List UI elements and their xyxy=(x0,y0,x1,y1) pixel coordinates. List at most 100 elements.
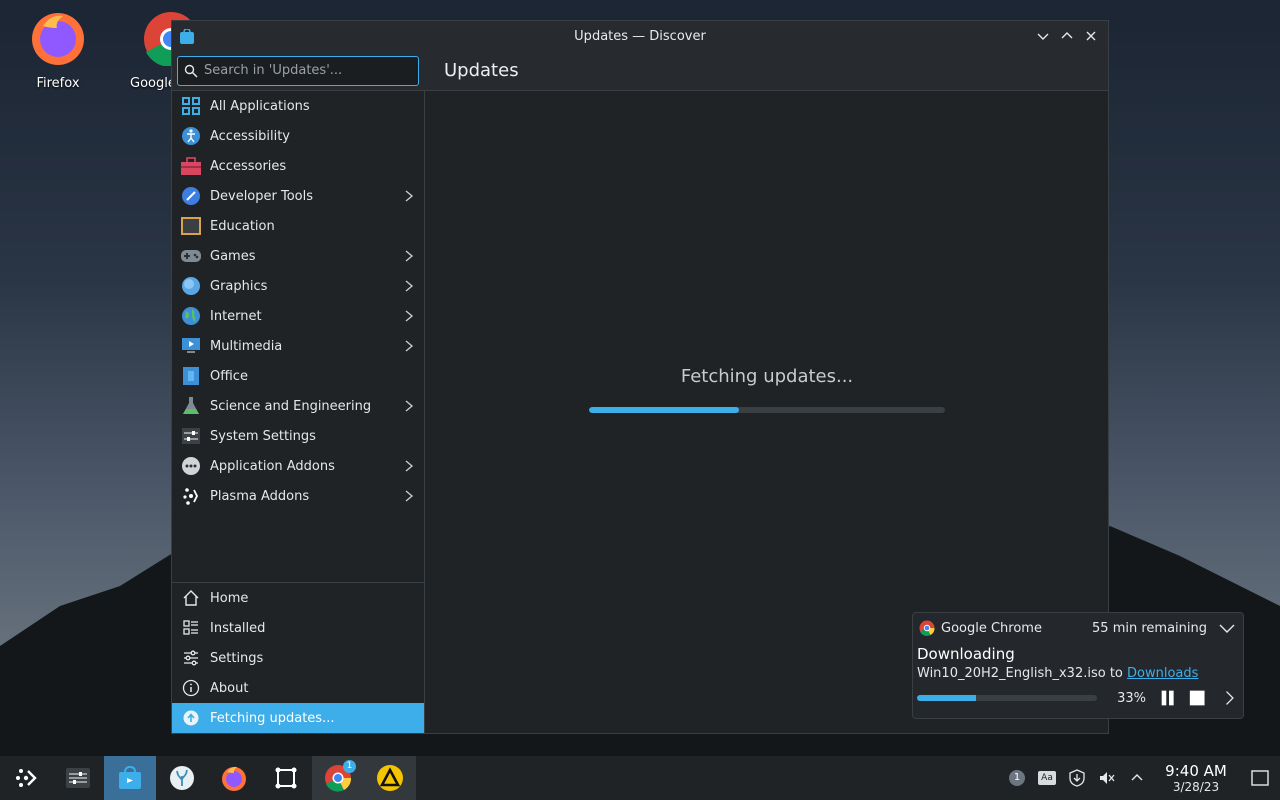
category-label: Plasma Addons xyxy=(210,488,310,504)
lutris-taskbar-button[interactable] xyxy=(364,756,416,800)
font-icon: Aa xyxy=(1038,771,1056,785)
nav-label: Fetching updates... xyxy=(210,710,335,726)
chevron-right-icon xyxy=(404,399,414,417)
notification-app-name: Google Chrome xyxy=(941,620,1042,636)
chevron-up-icon xyxy=(1061,32,1073,39)
firefox-taskbar-button[interactable] xyxy=(208,756,260,800)
chrome-icon xyxy=(919,620,935,636)
chrome-taskbar-button[interactable]: 1 xyxy=(312,756,364,800)
chevron-right-icon xyxy=(404,309,414,327)
category-label: Games xyxy=(210,248,256,264)
settings-icon xyxy=(180,647,202,669)
font-tray[interactable]: Aa xyxy=(1032,756,1062,800)
category-item[interactable]: Graphics xyxy=(172,271,424,301)
volume-tray[interactable] xyxy=(1092,756,1122,800)
category-label: Accessories xyxy=(210,158,287,174)
chevron-up-icon xyxy=(1131,774,1143,781)
category-item[interactable]: Games xyxy=(172,241,424,271)
pause-icon[interactable] xyxy=(1158,689,1178,707)
chevron-right-icon xyxy=(404,249,414,267)
notifications-tray[interactable]: 1 xyxy=(1002,756,1032,800)
volume-muted-icon xyxy=(1100,772,1115,784)
accessibility-icon xyxy=(180,125,202,147)
category-label: System Settings xyxy=(210,428,316,444)
category-item[interactable]: Accessibility xyxy=(172,121,424,151)
desktop-firefox[interactable]: Firefox xyxy=(18,8,98,91)
triangle-app-icon xyxy=(377,765,403,791)
notification-title: Downloading xyxy=(917,645,1015,663)
download-notification[interactable]: Google Chrome 55 min remaining Downloadi… xyxy=(912,612,1244,719)
chevron-down-icon[interactable] xyxy=(1219,620,1235,636)
discover-icon xyxy=(119,765,141,789)
nav-item[interactable]: Home xyxy=(172,583,424,613)
chrome-notification-badge: 1 xyxy=(343,760,356,773)
chevron-right-icon xyxy=(404,459,414,477)
update-icon xyxy=(180,707,202,729)
title-bar[interactable]: Updates — Discover xyxy=(172,21,1108,51)
search-box[interactable] xyxy=(177,55,419,86)
selection-frame-icon xyxy=(275,767,297,789)
chevron-right-icon xyxy=(404,279,414,297)
kde-connect-taskbar-button[interactable] xyxy=(156,756,208,800)
plasma-icon xyxy=(180,485,202,507)
downloads-link[interactable]: Downloads xyxy=(1127,666,1198,681)
category-item[interactable]: Office xyxy=(172,361,424,391)
show-desktop-icon xyxy=(1251,770,1269,786)
show-desktop-button[interactable] xyxy=(1240,756,1280,800)
category-label: Developer Tools xyxy=(210,188,314,204)
page-title: Updates xyxy=(444,60,519,81)
category-item[interactable]: Application Addons xyxy=(172,451,424,481)
addons-icon xyxy=(180,455,202,477)
category-item[interactable]: System Settings xyxy=(172,421,424,451)
app-launcher-button[interactable] xyxy=(0,756,52,800)
updates-tray[interactable] xyxy=(1062,756,1092,800)
nav-item[interactable]: Settings xyxy=(172,643,424,673)
firefox-icon xyxy=(32,13,84,65)
category-label: Internet xyxy=(210,308,262,324)
category-label: All Applications xyxy=(210,98,310,114)
category-item[interactable]: Multimedia xyxy=(172,331,424,361)
clock[interactable]: 9:40 AM 3/28/23 xyxy=(1158,762,1234,794)
discover-taskbar-button[interactable] xyxy=(104,756,156,800)
fetching-status-text: Fetching updates... xyxy=(680,366,854,387)
category-item[interactable]: Science and Engineering xyxy=(172,391,424,421)
flask-icon xyxy=(180,395,202,417)
chevron-down-icon xyxy=(1037,33,1049,40)
nav-label: Installed xyxy=(210,620,266,636)
close-button[interactable] xyxy=(1080,25,1102,47)
globe-icon xyxy=(180,305,202,327)
category-label: Science and Engineering xyxy=(210,398,372,414)
chevron-right-icon xyxy=(404,189,414,207)
category-item[interactable]: Internet xyxy=(172,301,424,331)
toolbox-icon xyxy=(180,155,202,177)
category-item[interactable]: All Applications xyxy=(172,91,424,121)
minimize-button[interactable] xyxy=(1032,25,1054,47)
category-item[interactable]: Accessories xyxy=(172,151,424,181)
tray-expand[interactable] xyxy=(1122,756,1152,800)
system-settings-taskbar-button[interactable] xyxy=(52,756,104,800)
discover-app-icon xyxy=(180,29,194,44)
search-icon xyxy=(184,64,198,78)
system-settings-icon xyxy=(180,425,202,447)
chevron-right-icon xyxy=(404,339,414,357)
nav-item[interactable]: Installed xyxy=(172,613,424,643)
chevron-right-icon[interactable] xyxy=(1221,689,1239,707)
category-item[interactable]: Education xyxy=(172,211,424,241)
stop-icon[interactable] xyxy=(1188,689,1206,707)
notification-body: Win10_20H2_English_x32.iso to Downloads xyxy=(917,666,1239,681)
nav-item[interactable]: Fetching updates... xyxy=(172,703,424,733)
installed-icon xyxy=(180,617,202,639)
category-item[interactable]: Developer Tools xyxy=(172,181,424,211)
clock-time: 9:40 AM xyxy=(1165,762,1227,780)
nav-label: Home xyxy=(210,590,249,606)
category-label: Office xyxy=(210,368,248,384)
search-input[interactable] xyxy=(204,63,404,78)
category-item[interactable]: Plasma Addons xyxy=(172,481,424,511)
nav-item[interactable]: About xyxy=(172,673,424,703)
notification-remaining: 55 min remaining xyxy=(1092,620,1207,636)
info-icon xyxy=(180,677,202,699)
screenshot-taskbar-button[interactable] xyxy=(260,756,312,800)
maximize-button[interactable] xyxy=(1056,25,1078,47)
category-list: All Applications Accessibility Accessories… xyxy=(172,91,424,511)
grid-icon xyxy=(180,95,202,117)
